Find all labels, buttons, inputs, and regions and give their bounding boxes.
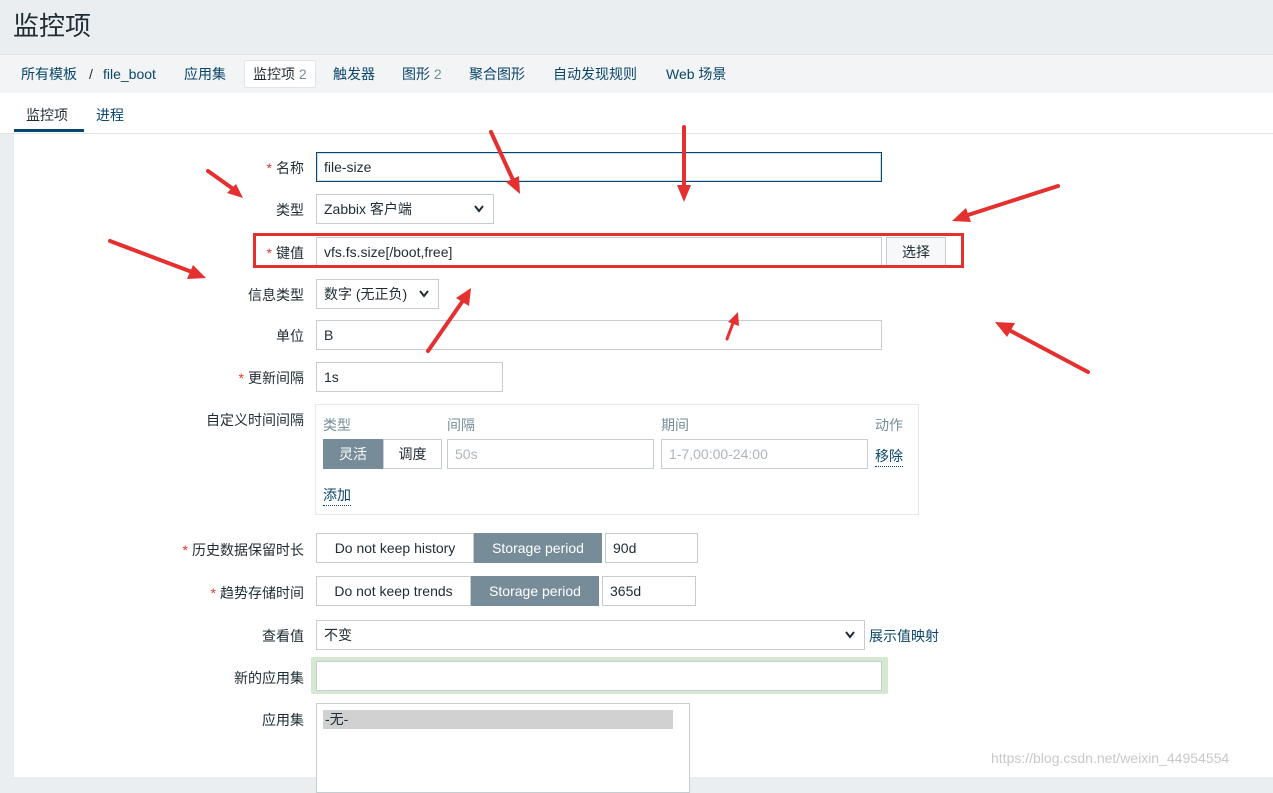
nav-graphs[interactable]: 图形 2 [402,61,442,87]
nav-graphs-count: 2 [433,66,442,82]
valuemap-value: 不变 [324,627,352,643]
col-interval-header: 间隔 [447,417,475,433]
chevron-down-icon [473,195,485,223]
type-label: 类型 [276,202,304,218]
interval-label: * 更新间隔 [239,368,304,388]
col-period-header: 期间 [661,417,689,433]
scheduling-toggle[interactable]: 调度 [383,439,442,469]
units-input[interactable]: B [316,320,882,350]
valuemap-select[interactable]: 不变 [316,620,865,650]
nav-web-scenarios[interactable]: Web 场景 [666,61,726,87]
applications-listbox[interactable]: -无- [316,703,690,793]
active-tab-indicator [14,129,84,132]
custom-intervals-label: 自定义时间间隔 [206,412,304,428]
history-period-input[interactable]: 90d [605,533,698,563]
col-action-header: 动作 [875,417,903,433]
name-label: * 名称 [267,158,304,178]
nav-graphs-label: 图形 [402,66,430,82]
nav-applications[interactable]: 应用集 [184,61,226,87]
nav-items[interactable]: 监控项 2 [244,60,316,88]
nav-discovery-rules[interactable]: 自动发现规则 [553,61,637,87]
remove-interval-link[interactable]: 移除 [875,446,903,467]
tab-process[interactable]: 进程 [96,105,124,125]
nav-items-label: 监控项 [253,66,295,82]
required-mark: * [210,585,216,601]
nav-screens[interactable]: 聚合图形 [469,61,525,87]
new-application-input[interactable] [316,661,882,691]
trends-label: * 趋势存储时间 [211,583,304,603]
show-valuemap-link[interactable]: 展示值映射 [869,626,939,646]
interval-input[interactable]: 1s [316,362,503,392]
custom-period-placeholder: 1-7,00:00-24:00 [669,446,768,462]
trends-period-input[interactable]: 365d [602,576,696,606]
history-do-not-keep-toggle[interactable]: Do not keep history [316,533,474,563]
breadcrumb-all-templates[interactable]: 所有模板 [21,61,77,87]
type-select[interactable]: Zabbix 客户端 [316,194,494,224]
nav-items-count: 2 [298,66,307,82]
name-input[interactable]: file-size [316,152,882,182]
info-type-label: 信息类型 [248,287,304,303]
history-label-text: 历史数据保留时长 [192,542,304,558]
required-mark: * [182,542,188,558]
applications-option[interactable]: -无- [323,710,673,729]
breadcrumb-host[interactable]: file_boot [103,61,156,87]
sub-tabs: 监控项 进程 [0,93,1273,134]
custom-intervals-table: 类型 间隔 期间 动作 灵活 调度 50s 1-7,00:00-24:00 移除… [315,404,919,515]
info-type-select[interactable]: 数字 (无正负) [316,279,439,309]
trends-do-not-keep-toggle[interactable]: Do not keep trends [316,576,471,606]
units-label: 单位 [276,328,304,344]
custom-period-input[interactable]: 1-7,00:00-24:00 [661,439,868,469]
required-mark: * [266,160,272,176]
tab-item[interactable]: 监控项 [26,105,68,125]
trends-label-text: 趋势存储时间 [220,585,304,601]
col-type-header: 类型 [323,417,351,433]
applications-label: 应用集 [262,712,304,728]
page-title: 监控项 [13,11,92,41]
name-label-text: 名称 [276,160,304,176]
chevron-down-icon [844,621,856,649]
interval-label-text: 更新间隔 [248,370,304,386]
add-interval-link[interactable]: 添加 [323,485,351,506]
custom-interval-placeholder: 50s [455,446,478,462]
history-label: * 历史数据保留时长 [183,540,304,560]
info-type-value: 数字 (无正负) [324,286,408,302]
breadcrumb-nav: 所有模板 / file_boot 应用集 监控项 2 触发器 图形 2 聚合图形… [0,54,1273,93]
watermark: https://blog.csdn.net/weixin_44954554 [991,750,1230,766]
new-application-label: 新的应用集 [234,670,304,686]
valuemap-label: 查看值 [262,628,304,644]
history-storage-period-toggle[interactable]: Storage period [474,533,602,563]
custom-interval-input[interactable]: 50s [447,439,654,469]
trends-storage-period-toggle[interactable]: Storage period [471,576,599,606]
nav-triggers[interactable]: 触发器 [333,61,375,87]
key-highlight-box [253,233,964,268]
chevron-down-icon [418,280,430,308]
breadcrumb-separator: / [89,66,93,82]
required-mark: * [238,370,244,386]
flexible-toggle[interactable]: 灵活 [323,439,383,469]
type-select-value: Zabbix 客户端 [324,201,412,217]
